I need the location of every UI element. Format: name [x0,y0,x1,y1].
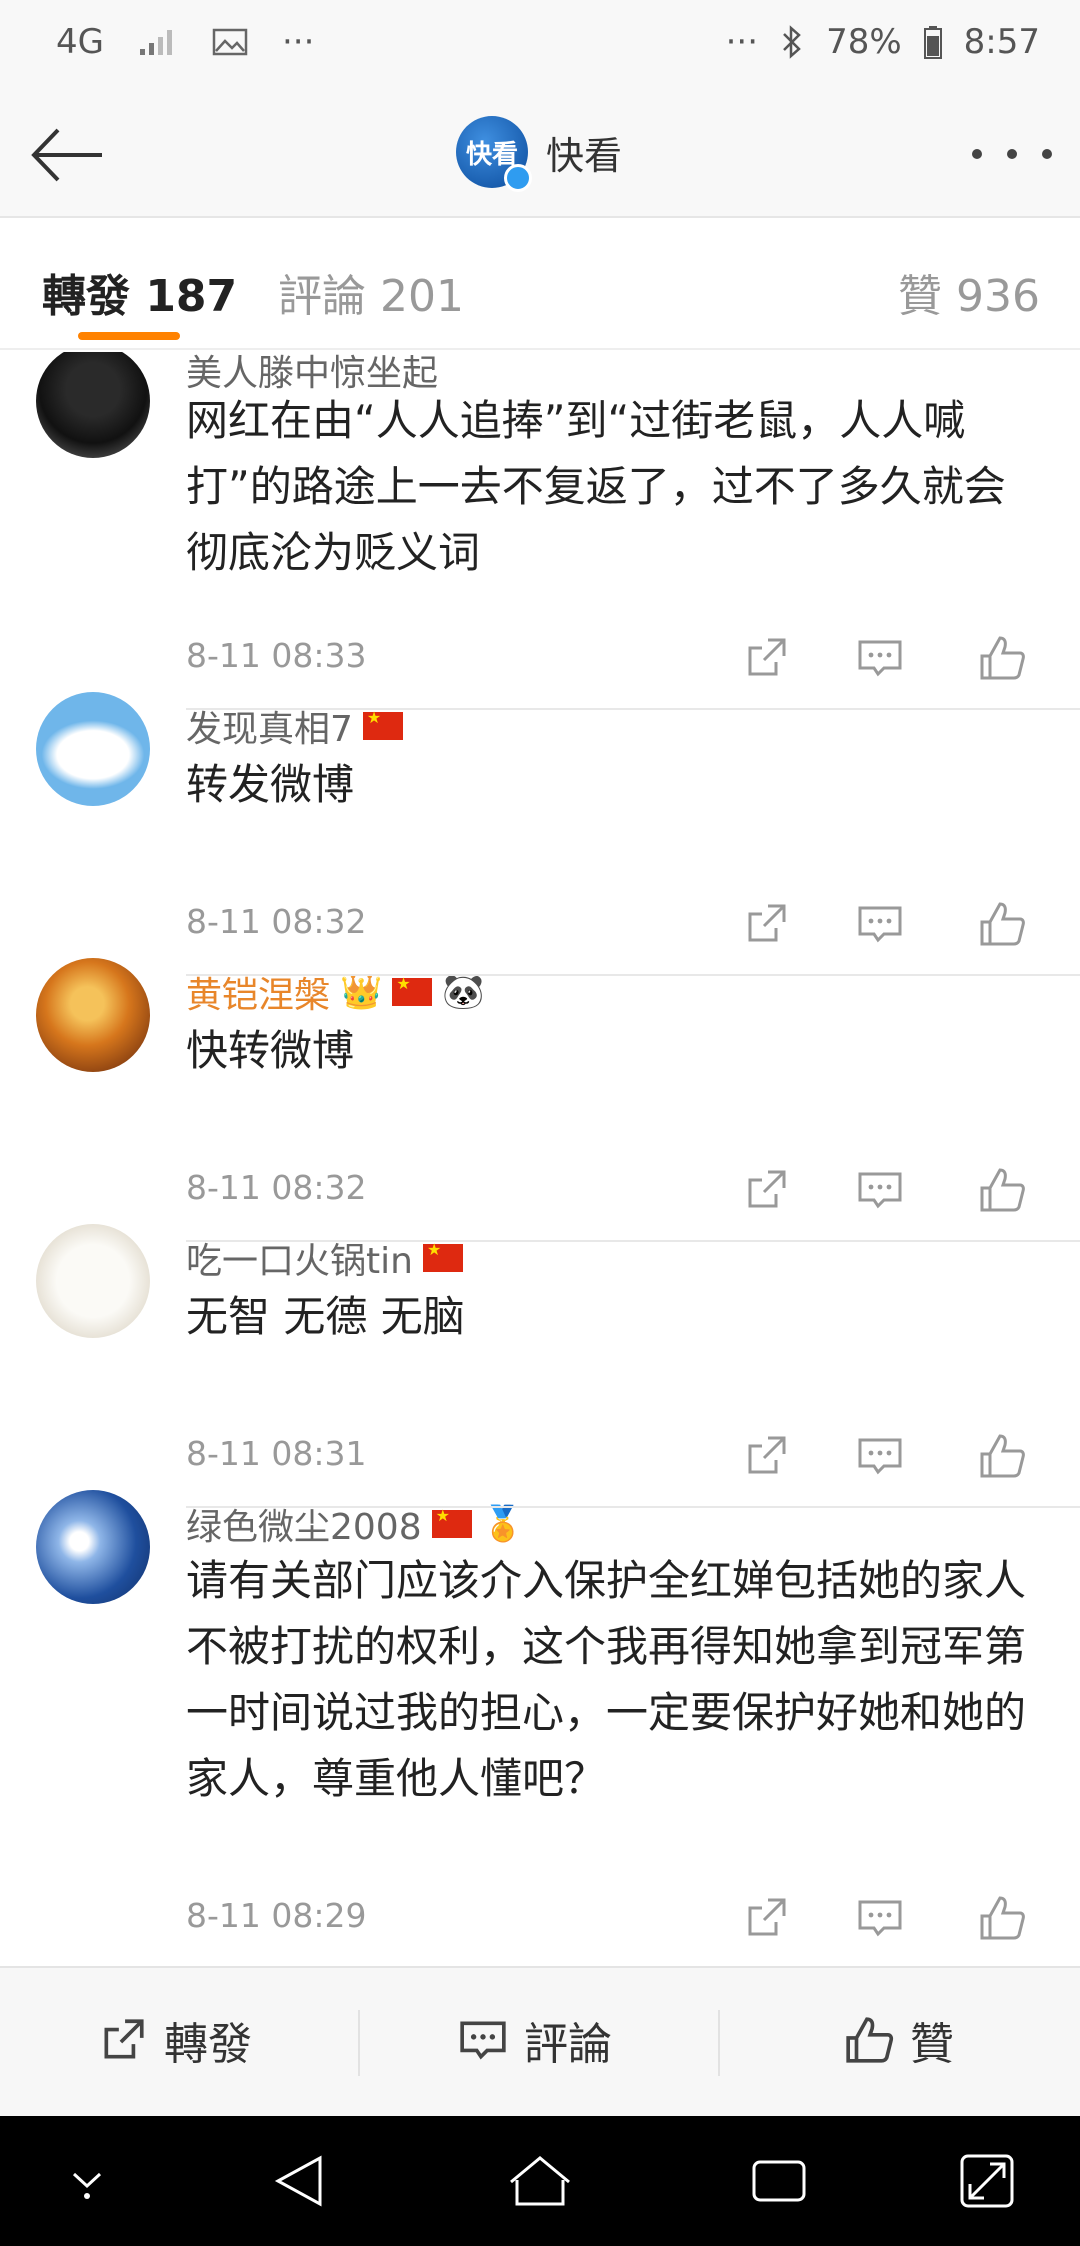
repost-label: 轉發 [164,2019,252,2070]
comment-text: 网红在由“人人追捧”到“过街老鼠，人人喊打”的路途上一去不复返了，过不了多久就会… [186,396,1006,577]
china-flag-icon [431,1506,472,1538]
comment-text: 无智 无德 无脑 [186,1292,465,1341]
image-icon [212,28,248,56]
page-title: 快看 [546,133,623,178]
list-item: 发现真相7 转发微博 [0,692,1080,958]
expand-icon[interactable] [952,2150,1022,2212]
clock: 8:57 [963,22,1040,62]
comment-text: 快转微博 [186,1026,355,1075]
user-avatar[interactable] [36,1224,150,1338]
repost-list[interactable]: 美人滕中惊坐起 网红在由“人人追捧”到“过街老鼠，人人喊打”的路途上一去不复返了… [0,352,1080,1966]
more-notifications: ··· [281,22,315,62]
home-nav-icon[interactable] [505,2150,575,2212]
system-nav-bar [0,2116,1080,2246]
comment-text: 转发微博 [186,760,355,809]
back-arrow-icon[interactable] [28,120,108,190]
panda-icon: 🐼 [442,972,485,1012]
user-avatar[interactable] [36,352,150,458]
status-bar: 4G ··· ··· 78% 8:57 [0,0,1080,90]
battery-icon [923,26,942,59]
nav-header: 快看 快看 [0,90,1080,218]
username[interactable]: 吃一口火锅tin [186,1232,463,1284]
comment-icon [460,2021,506,2060]
user-avatar[interactable] [36,1490,150,1604]
china-flag-icon [392,974,433,1006]
hide-keyboard-icon[interactable] [52,2150,122,2212]
china-flag-icon [422,1240,463,1272]
comment-button[interactable]: 評論 [458,2008,612,2072]
battery-percent: 78% [826,22,902,62]
toolbar-divider [718,2010,720,2076]
network-indicator: 4G [56,22,104,62]
account-avatar: 快看 [456,116,532,192]
username[interactable]: 绿色微尘2008 🏅 [186,1498,524,1550]
active-tab-indicator [78,332,180,340]
back-nav-icon[interactable] [266,2150,336,2212]
comment-label: 評論 [524,2019,612,2070]
tab-likes[interactable]: 贊 936 [898,260,1040,324]
like-label: 贊 [910,2019,954,2070]
username[interactable]: 黄铠涅槃 👑 🐼 [186,966,485,1018]
signal-icon [139,30,172,55]
tab-bar: 轉發 187 評論 201 贊 936 [0,220,1080,350]
vip-crown-icon: 👑 [340,972,383,1012]
bottom-toolbar: 轉發 評論 贊 [0,1966,1080,2116]
user-avatar[interactable] [36,958,150,1072]
list-item: 黄铠涅槃 👑 🐼 快转微博 [0,958,1080,1224]
recent-apps-icon[interactable] [744,2150,814,2212]
more-options-icon[interactable] [972,134,1052,174]
tab-reposts[interactable]: 轉發 187 [42,260,237,324]
list-item: 吃一口火锅tin 无智 无德 无脑 [0,1224,1080,1490]
repost-icon [104,2019,144,2059]
tab-comments[interactable]: 評論 201 [278,260,464,324]
like-button[interactable]: 贊 [844,2008,954,2072]
china-flag-icon [362,708,403,740]
like-icon [846,2017,894,2063]
more-status: ··· [725,22,759,62]
repost-button[interactable]: 轉發 [98,2008,252,2072]
comment-text: 请有关部门应该介入保护全红婵包括她的家人不被打扰的权利，这个我再得知她拿到冠军第… [186,1556,1027,1803]
list-item: 绿色微尘2008 🏅 请有关部门应该介入保护全红婵包括她的家人不被打扰的权利，这… [0,1490,1080,1966]
toolbar-divider [358,2010,360,2076]
verified-badge-icon [504,164,532,192]
medal-icon: 🏅 [481,1504,524,1544]
list-item: 美人滕中惊坐起 网红在由“人人追捧”到“过街老鼠，人人喊打”的路途上一去不复返了… [0,352,1080,708]
bluetooth-icon [783,25,801,59]
account-title[interactable]: 快看 快看 [456,116,623,192]
user-avatar[interactable] [36,692,150,806]
username[interactable]: 发现真相7 [186,700,403,752]
